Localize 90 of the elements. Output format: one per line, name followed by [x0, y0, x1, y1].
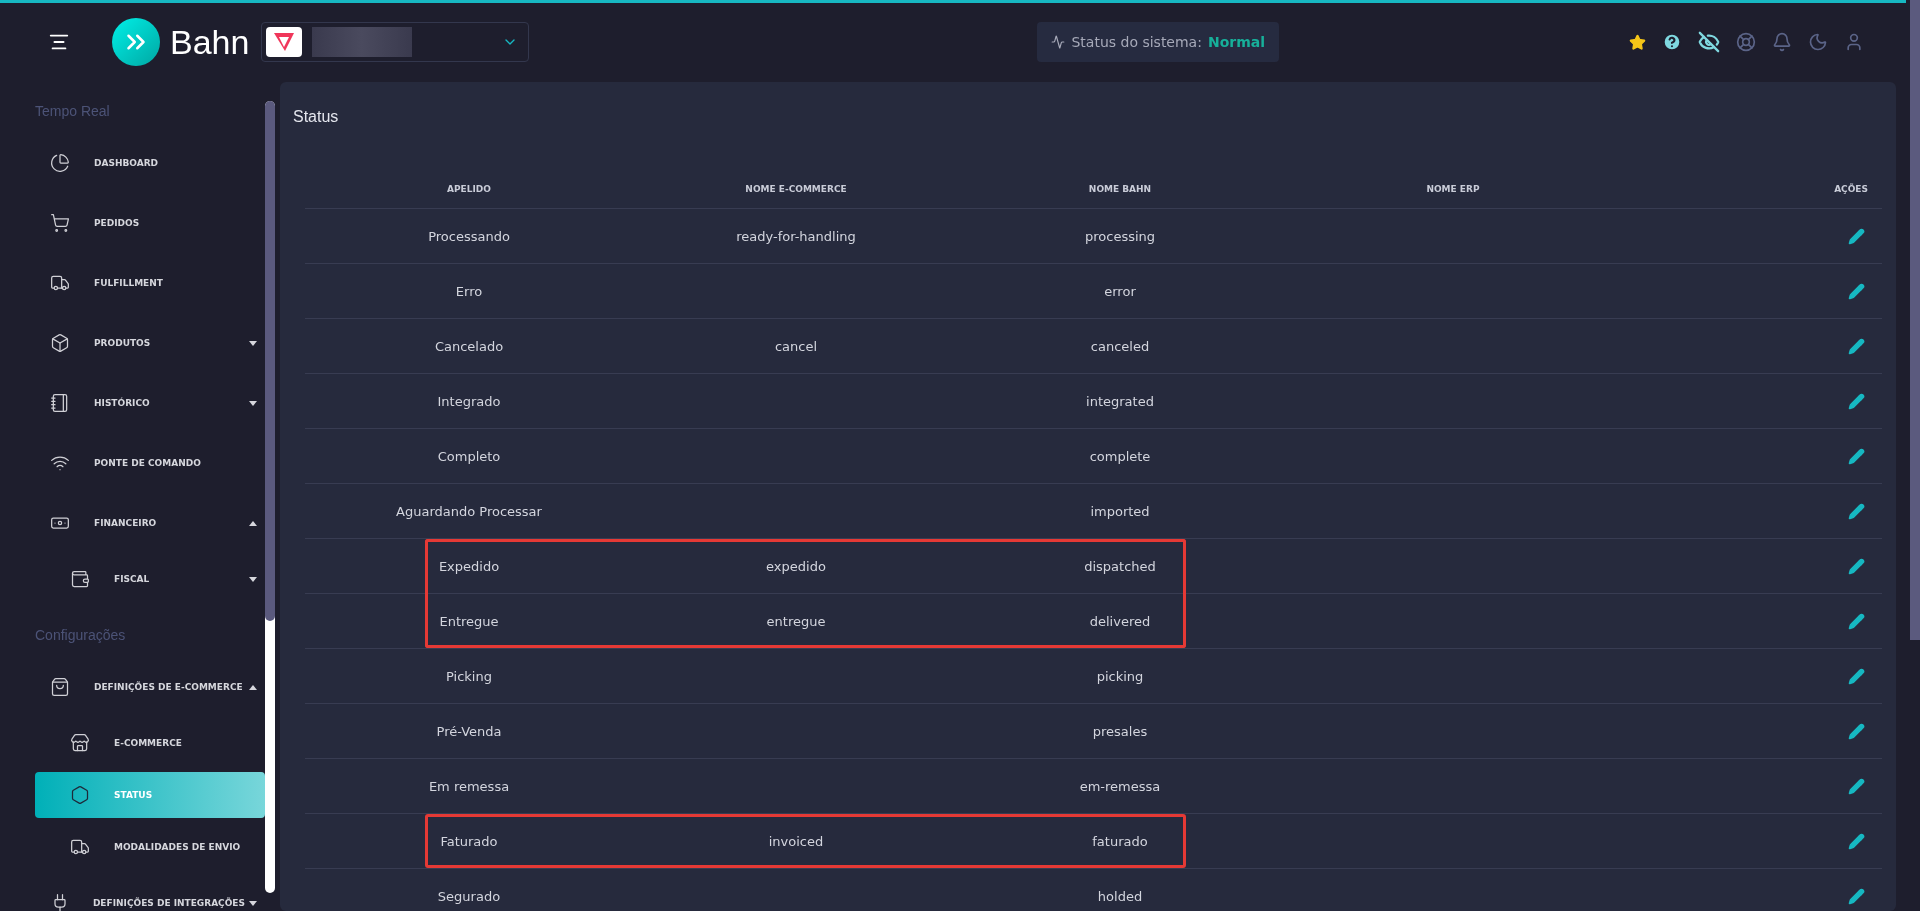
- moon-icon[interactable]: [1808, 32, 1828, 52]
- table-cell-text: Faturado: [439, 833, 499, 849]
- eye-off-icon[interactable]: [1698, 31, 1720, 53]
- table-cell-text: Cancelado: [433, 338, 505, 354]
- table-cell-text: processing: [1083, 228, 1157, 244]
- status-label: Status do sistema:: [1071, 34, 1202, 50]
- hexagon-icon: [70, 785, 90, 805]
- page-scrollbar[interactable]: [1910, 0, 1920, 640]
- cart-icon: [50, 213, 70, 233]
- column-header: NOME ERP: [1425, 184, 1481, 194]
- sidebar-item[interactable]: FULFILLMENT: [35, 253, 265, 313]
- table-cell-text: ready-for-handling: [735, 228, 857, 244]
- table-cell-text: Erro: [454, 283, 484, 299]
- table-cell-text: delivered: [1088, 613, 1152, 629]
- section-title: Configurações: [35, 627, 127, 643]
- table-cell-text: Picking: [445, 668, 493, 684]
- table-cell-text: entregue: [765, 613, 827, 629]
- table-cell-text: error: [1103, 283, 1137, 299]
- table-cell-text: Processando: [427, 228, 511, 244]
- section-title: Tempo Real: [35, 103, 111, 119]
- edit-icon[interactable]: [1848, 557, 1865, 575]
- edit-icon[interactable]: [1848, 502, 1865, 520]
- table-cell-text: Expedido: [437, 558, 501, 574]
- column-header: APELIDO: [446, 184, 492, 194]
- column-header: AÇÕES: [1833, 184, 1869, 194]
- sidebar-item[interactable]: PEDIDOS: [35, 193, 265, 253]
- sidebar-item[interactable]: E-COMMERCE: [35, 717, 265, 769]
- column-header: NOME E-COMMERCE: [744, 184, 848, 194]
- pie-chart-icon: [50, 153, 70, 173]
- bag-icon: [50, 677, 70, 697]
- table-cell-text: expedido: [765, 558, 827, 574]
- table-cell-text: imported: [1089, 503, 1151, 519]
- notifications-icon[interactable]: [1772, 32, 1792, 52]
- notebook-icon: [50, 393, 70, 413]
- table-cell-text: invoiced: [767, 833, 825, 849]
- edit-icon[interactable]: [1848, 392, 1865, 410]
- edit-icon[interactable]: [1848, 667, 1865, 685]
- table-cell-text: integrated: [1085, 393, 1155, 409]
- truck-icon: [70, 837, 90, 857]
- table-cell-text: Pré-Venda: [435, 723, 503, 739]
- star-icon[interactable]: [1629, 33, 1646, 51]
- edit-icon[interactable]: [1848, 887, 1865, 905]
- edit-icon[interactable]: [1848, 832, 1865, 850]
- wallet-icon: [70, 569, 90, 589]
- edit-icon[interactable]: [1848, 447, 1865, 465]
- store-logo-icon: [266, 27, 303, 57]
- sidebar-item[interactable]: HISTÓRICO: [35, 373, 265, 433]
- table-cell-text: Aguardando Processar: [395, 503, 543, 519]
- table-cell-text: dispatched: [1083, 558, 1157, 574]
- edit-icon[interactable]: [1848, 337, 1865, 355]
- user-icon[interactable]: [1844, 32, 1864, 52]
- logo-icon: [112, 18, 160, 66]
- sidebar-item[interactable]: DASHBOARD: [35, 133, 265, 193]
- sidebar-scrollbar[interactable]: [265, 101, 275, 893]
- table-cell-text: em-remessa: [1078, 778, 1162, 794]
- sidebar-item[interactable]: DEFINIÇÕES DE E-COMMERCE: [35, 657, 265, 717]
- sidebar-item[interactable]: MODALIDADES DE ENVIO: [35, 821, 265, 873]
- sidebar-item[interactable]: DEFINIÇÕES DE INTEGRAÇÕES: [35, 873, 265, 911]
- store-icon: [70, 733, 90, 753]
- table-cell-text: presales: [1091, 723, 1149, 739]
- table-cell-text: Em remessa: [427, 778, 511, 794]
- edit-icon[interactable]: [1848, 612, 1865, 630]
- table-cell-text: Entregue: [438, 613, 500, 629]
- sidebar-item[interactable]: FISCAL: [35, 553, 265, 605]
- edit-icon[interactable]: [1848, 777, 1865, 795]
- brand-name: Bahn: [170, 22, 250, 62]
- status-value: Normal: [1207, 34, 1265, 50]
- sidebar-item[interactable]: FINANCEIRO: [35, 493, 265, 553]
- table-cell-text: Segurado: [436, 888, 502, 904]
- table-cell-text: complete: [1088, 448, 1152, 464]
- sidebar-item[interactable]: PRODUTOS: [35, 313, 265, 373]
- table-cell-text: cancel: [773, 338, 819, 354]
- edit-icon[interactable]: [1848, 282, 1865, 300]
- table-cell-text: faturado: [1091, 833, 1149, 849]
- table-cell-text: Integrado: [436, 393, 502, 409]
- truck-icon: [50, 273, 70, 293]
- column-header: NOME BAHN: [1087, 184, 1153, 194]
- edit-icon[interactable]: [1848, 227, 1865, 245]
- table-cell-text: canceled: [1089, 338, 1151, 354]
- pulse-icon: [1051, 35, 1066, 49]
- table-cell-text: Completo: [436, 448, 502, 464]
- store-selector[interactable]: [261, 22, 530, 62]
- sidebar-item[interactable]: PONTE DE COMANDO: [35, 433, 265, 493]
- table-cell-text: holded: [1096, 888, 1144, 904]
- card-title: Status: [293, 107, 340, 126]
- box-icon: [50, 333, 70, 353]
- help-icon[interactable]: [1662, 32, 1682, 52]
- edit-icon[interactable]: [1848, 722, 1865, 740]
- table-cell-text: picking: [1095, 668, 1145, 684]
- lifebuoy-icon[interactable]: [1736, 32, 1756, 52]
